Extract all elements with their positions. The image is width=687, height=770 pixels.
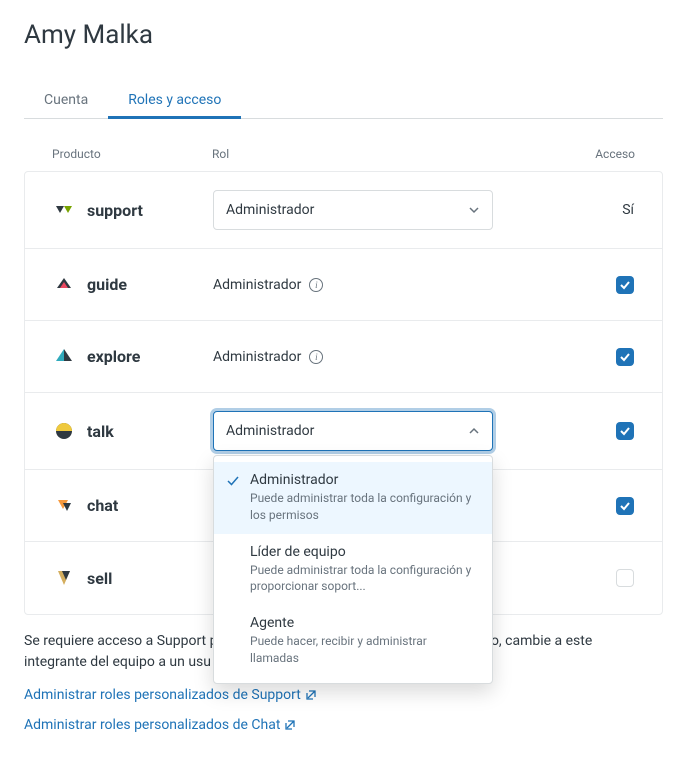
- access-checkbox-chat[interactable]: [616, 497, 634, 515]
- product-name-sell: sell: [87, 569, 112, 588]
- link-manage-chat-roles[interactable]: Administrar roles personalizados de Chat: [24, 717, 296, 733]
- tab-roles-access[interactable]: Roles y acceso: [108, 82, 241, 118]
- product-name-talk: talk: [87, 422, 114, 441]
- check-icon: [226, 474, 240, 492]
- role-text-guide: Administrador: [213, 277, 301, 293]
- chevron-down-icon: [468, 204, 480, 216]
- table-header: Producto Rol Acceso: [24, 147, 663, 171]
- row-explore: explore Administrador i: [25, 321, 662, 393]
- option-desc: Puede administrar toda la configuración …: [250, 490, 478, 524]
- product-name-support: support: [87, 201, 143, 220]
- option-desc: Puede hacer, recibir y administrar llama…: [250, 633, 478, 667]
- info-icon[interactable]: i: [309, 278, 323, 292]
- dropdown-option-agent[interactable]: Agente Puede hacer, recibir y administra…: [214, 605, 492, 677]
- role-select-talk[interactable]: Administrador: [213, 411, 493, 451]
- product-rows: support Administrador Sí guide Administr…: [24, 171, 663, 615]
- access-text-support: Sí: [622, 202, 634, 218]
- dropdown-option-leader[interactable]: Líder de equipo Puede administrar toda l…: [214, 534, 492, 606]
- option-title: Agente: [250, 615, 478, 631]
- row-support: support Administrador Sí: [25, 172, 662, 249]
- link-manage-support-roles[interactable]: Administrar roles personalizados de Supp…: [24, 687, 317, 703]
- explore-icon: [53, 346, 75, 368]
- access-checkbox-sell[interactable]: [616, 569, 634, 587]
- row-talk: talk Administrador Administrador Puede a…: [25, 393, 662, 470]
- access-checkbox-guide[interactable]: [616, 276, 634, 294]
- access-checkbox-talk[interactable]: [616, 422, 634, 440]
- access-checkbox-explore[interactable]: [616, 348, 634, 366]
- option-desc: Puede administrar toda la configuración …: [250, 562, 478, 596]
- talk-icon: [53, 420, 75, 442]
- product-name-explore: explore: [87, 347, 140, 366]
- role-select-support[interactable]: Administrador: [213, 190, 493, 230]
- guide-icon: [53, 274, 75, 296]
- product-name-guide: guide: [87, 275, 127, 294]
- column-access: Acceso: [565, 147, 635, 161]
- external-link-icon: [284, 719, 296, 731]
- tab-account[interactable]: Cuenta: [24, 82, 108, 118]
- option-title: Líder de equipo: [250, 544, 478, 560]
- role-text-explore: Administrador: [213, 349, 301, 365]
- role-dropdown: Administrador Puede administrar toda la …: [213, 455, 493, 684]
- role-select-label: Administrador: [226, 202, 314, 218]
- sell-icon: [53, 567, 75, 589]
- info-icon[interactable]: i: [309, 350, 323, 364]
- page-title: Amy Malka: [24, 20, 663, 50]
- option-title: Administrador: [250, 472, 478, 488]
- dropdown-option-admin[interactable]: Administrador Puede administrar toda la …: [214, 462, 492, 534]
- column-product: Producto: [52, 147, 212, 161]
- column-role: Rol: [212, 147, 565, 161]
- tab-bar: Cuenta Roles y acceso: [24, 82, 663, 119]
- chat-icon: [53, 495, 75, 517]
- row-guide: guide Administrador i: [25, 249, 662, 321]
- external-link-icon: [305, 689, 317, 701]
- support-icon: [53, 199, 75, 221]
- role-select-label: Administrador: [226, 423, 314, 439]
- product-name-chat: chat: [87, 496, 118, 515]
- chevron-up-icon: [468, 425, 480, 437]
